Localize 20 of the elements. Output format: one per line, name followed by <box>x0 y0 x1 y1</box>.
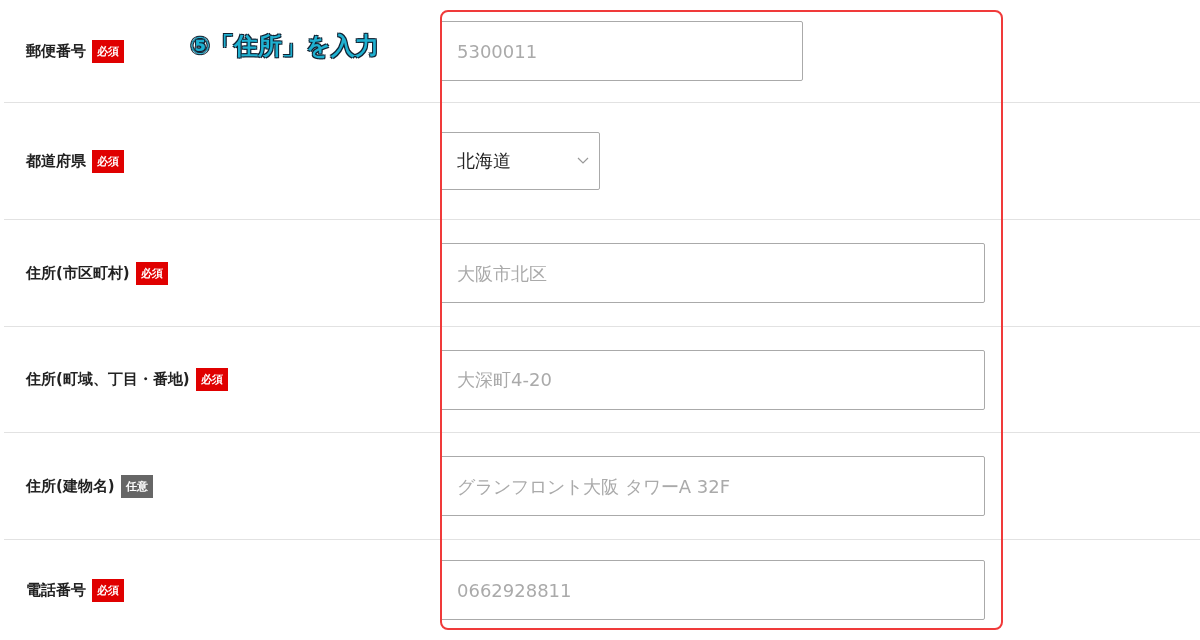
text-field[interactable]: 大阪市北区 <box>440 243 985 303</box>
field-label: 郵便番号 <box>26 41 86 61</box>
optional-tag: 任意 <box>120 474 153 498</box>
required-tag: 必須 <box>92 578 124 602</box>
field-label: 住所(市区町村) <box>26 263 130 283</box>
field-label: 都道府県 <box>26 151 86 171</box>
text-field[interactable]: 0662928811 <box>440 560 985 620</box>
text-field[interactable]: 5300011 <box>440 21 803 81</box>
required-tag: 必須 <box>92 149 124 173</box>
field-label: 住所(町域、丁目・番地) <box>26 370 190 389</box>
required-tag: 必須 <box>135 261 168 285</box>
field-label: 住所(建物名) <box>26 476 115 496</box>
text-field[interactable]: 大深町4-20 <box>440 349 985 410</box>
required-tag: 必須 <box>195 368 228 391</box>
chevron-down-icon <box>577 157 589 165</box>
select-field[interactable]: 北海道 <box>440 132 600 190</box>
text-field[interactable]: グランフロント大阪 タワーA 32F <box>440 456 985 516</box>
annotation-text: ⑤「住所」を入力 <box>190 31 380 62</box>
field-label: 電話番号 <box>26 580 86 600</box>
required-tag: 必須 <box>92 39 124 63</box>
